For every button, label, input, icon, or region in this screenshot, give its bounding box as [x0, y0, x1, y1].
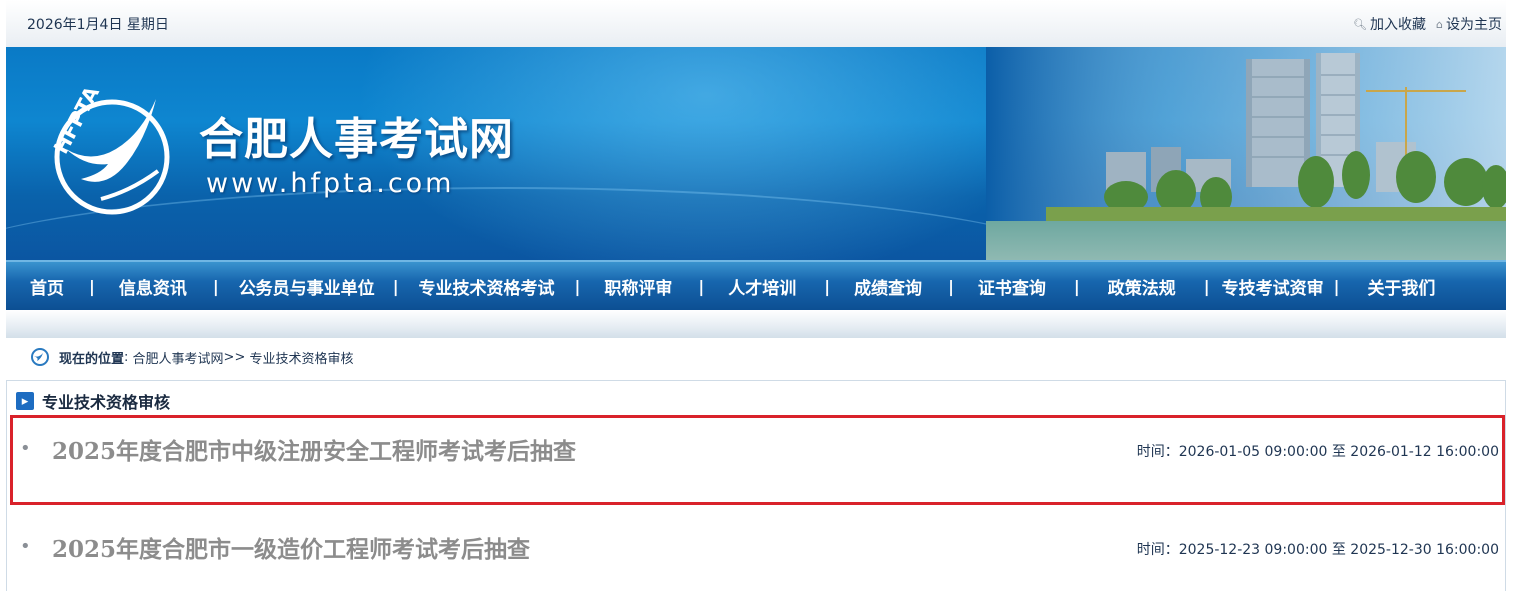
search-key-icon: 🔍︎: [1353, 17, 1368, 31]
site-name: 合肥人事考试网: [199, 114, 514, 165]
list-item[interactable]: • 2025年度合肥市中级注册安全工程师考试考后抽查 时间：2026-01-05…: [7, 415, 1505, 505]
bullet-icon: •: [20, 536, 31, 557]
nav-item-policy[interactable]: 政策法规: [1108, 274, 1176, 299]
nav-item-training[interactable]: 人才培训: [728, 274, 796, 299]
nav-item-about[interactable]: 关于我们: [1367, 274, 1435, 299]
breadcrumb-separator: >>: [223, 349, 246, 365]
location-logo-icon: [31, 348, 49, 366]
section-header: ▸ 专业技术资格审核: [16, 389, 170, 413]
list-item-time: 时间：2025-12-23 09:00:00 至 2025-12-30 16:0…: [1136, 542, 1499, 558]
nav-item-professional-exam[interactable]: 专业技术资格考试: [419, 274, 555, 299]
home-icon: ⌂: [1436, 17, 1443, 31]
bullet-icon: •: [20, 438, 31, 459]
page: 2026年1月4日 星期日 🔍︎ 加入收藏 ⌂ 设为主页 HFPTA 合肥人事考…: [6, 0, 1506, 591]
top-bar: 2026年1月4日 星期日 🔍︎ 加入收藏 ⌂ 设为主页: [6, 0, 1506, 47]
nav-item-home[interactable]: 首页: [30, 274, 64, 299]
section-title: 专业技术资格审核: [42, 393, 171, 412]
content-panel: ▸ 专业技术资格审核 • 2025年度合肥市中级注册安全工程师考试考后抽查 时间…: [6, 380, 1506, 591]
nav-item-civil-service[interactable]: 公务员与事业单位: [239, 274, 375, 299]
list-item-time: 时间：2026-01-05 09:00:00 至 2026-01-12 16:0…: [1136, 444, 1499, 460]
site-url: www.hfpta.com: [206, 168, 455, 199]
main-nav: 首页 | 信息资讯 | 公务员与事业单位 | 专业技术资格考试 | 职称评审 |…: [6, 260, 1506, 310]
add-favorite-link[interactable]: 🔍︎ 加入收藏: [1353, 14, 1426, 34]
nav-item-score-query[interactable]: 成绩查询: [854, 274, 922, 299]
nav-item-title-review[interactable]: 职称评审: [604, 274, 672, 299]
site-banner: HFPTA 合肥人事考试网 www.hfpta.com: [6, 47, 1506, 260]
set-homepage-label: 设为主页: [1446, 17, 1502, 33]
list-item-title[interactable]: 2025年度合肥市一级造价工程师考试考后抽查: [52, 530, 530, 564]
city-skyline-image: [986, 47, 1506, 260]
current-date: 2026年1月4日 星期日: [27, 17, 169, 33]
breadcrumb-home-link[interactable]: 合肥人事考试网: [133, 348, 224, 367]
breadcrumb-label: 现在的位置: [59, 351, 125, 367]
list-item[interactable]: • 2025年度合肥市一级造价工程师考试考后抽查 时间：2025-12-23 0…: [7, 513, 1505, 583]
nav-item-news[interactable]: 信息资讯: [119, 274, 187, 299]
nav-shadow: [6, 310, 1506, 338]
arrow-right-icon: ▸: [16, 392, 34, 410]
nav-item-exam-review[interactable]: 专技考试资审: [1222, 274, 1324, 299]
nav-item-certificate-query[interactable]: 证书查询: [978, 274, 1046, 299]
breadcrumb: 现在的位置 : 合肥人事考试网 >> 专业技术资格审核: [30, 347, 354, 367]
add-favorite-label: 加入收藏: [1370, 17, 1427, 33]
list-item-title[interactable]: 2025年度合肥市中级注册安全工程师考试考后抽查: [52, 432, 576, 466]
logo-text: HFPTA: [49, 82, 105, 158]
top-links: 🔍︎ 加入收藏 ⌂ 设为主页: [1353, 14, 1502, 34]
hfpta-logo[interactable]: HFPTA: [46, 79, 186, 219]
breadcrumb-current: 专业技术资格审核: [249, 351, 354, 367]
set-homepage-link[interactable]: ⌂ 设为主页: [1436, 14, 1502, 34]
